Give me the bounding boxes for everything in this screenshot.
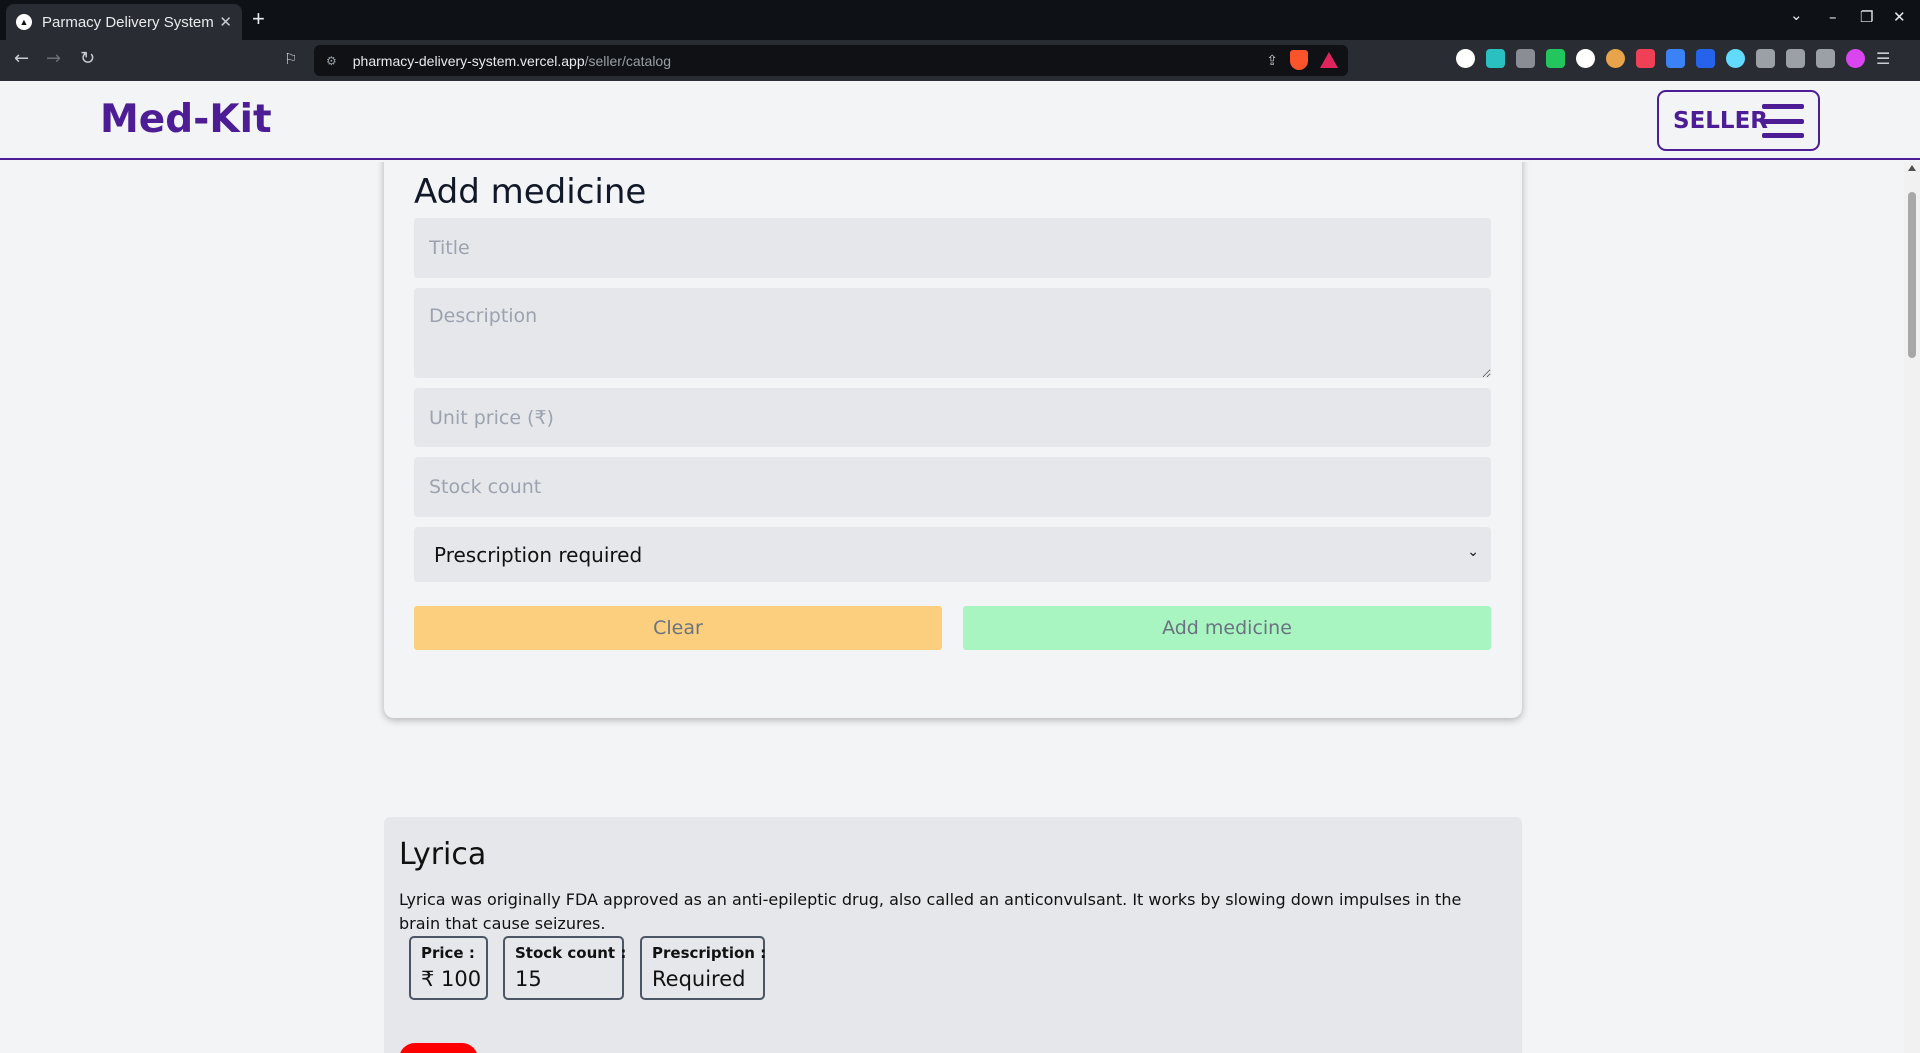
maximize-icon[interactable]: ❐ [1860,8,1873,26]
title-input[interactable] [414,218,1491,278]
stock-label: Stock count : [515,944,627,962]
medicine-card: Lyrica Lyrica was originally FDA approve… [384,817,1522,1053]
url-host: pharmacy-delivery-system.vercel.app [352,52,585,69]
medicine-title: Lyrica [399,837,487,872]
price-stat: Price : ₹ 100 [409,936,488,1000]
page-scrollbar[interactable] [1904,162,1920,1053]
address-bar[interactable]: ⚙ pharmacy-delivery-system.vercel.app/se… [314,45,1348,76]
back-icon[interactable]: ← [14,48,29,69]
browser-tab-bar: ▲ Parmacy Delivery System ✕ + ⌄ – ❐ ✕ [0,0,1920,40]
prescription-select[interactable]: Prescription required ⌄ [414,527,1491,582]
forward-icon[interactable]: → [46,48,61,69]
pen-icon[interactable] [1456,49,1475,68]
prescription-label: Prescription : [652,944,767,962]
price-label: Price : [421,944,475,962]
browser-menu-icon[interactable]: ☰ [1876,49,1890,68]
browser-tab[interactable]: ▲ Parmacy Delivery System ✕ [6,4,242,40]
seller-menu-button[interactable]: SELLER [1657,90,1820,151]
prescription-stat: Prescription : Required [640,936,767,1000]
site-favicon-icon: ▲ [16,14,32,30]
add-medicine-form: Add medicine Prescription required ⌄ Cle… [384,162,1522,718]
share-icon[interactable]: ⇪ [1266,52,1278,69]
react-icon[interactable] [1726,49,1745,68]
app-header: Med-Kit SELLER [0,81,1920,160]
sidebar-icon[interactable] [1786,49,1805,68]
stock-count-input[interactable] [414,457,1491,517]
url-path: /seller/catalog [584,52,672,69]
new-tab-button[interactable]: + [252,6,265,32]
bookmark-icon[interactable]: ⚐ [284,50,297,68]
prescription-selected-value: Prescription required [434,542,643,567]
browser-toolbar: ← → ↻ ⚐ ⚙ pharmacy-delivery-system.verce… [0,40,1920,81]
stock-value: 15 [515,967,542,991]
close-window-icon[interactable]: ✕ [1893,8,1906,26]
brave-rewards-icon[interactable] [1320,52,1338,68]
stock-stat: Stock count : 15 [503,936,627,1000]
tab-title: Parmacy Delivery System [42,13,214,31]
seller-label: SELLER [1673,107,1769,134]
reader-icon[interactable] [1516,49,1535,68]
clear-button[interactable]: Clear [414,606,942,650]
page-content: Add medicine Prescription required ⌄ Cle… [0,162,1920,1053]
scroll-up-icon[interactable] [1908,165,1916,171]
scrollbar-thumb[interactable] [1908,192,1916,358]
brave-shield-icon[interactable] [1290,50,1308,70]
description-input[interactable] [414,288,1491,378]
profile-icon[interactable] [1846,49,1865,68]
minimize-icon[interactable]: – [1829,8,1837,26]
site-settings-icon[interactable]: ⚙ [326,54,337,68]
delete-button[interactable]: Delete [399,1043,478,1053]
lock-icon[interactable] [1546,49,1565,68]
reload-icon[interactable]: ↻ [80,48,95,69]
form-heading: Add medicine [414,172,647,212]
extension-icons: ☰ [1456,49,1890,68]
zip-icon[interactable] [1696,49,1715,68]
app-logo[interactable]: Med-Kit [100,97,272,142]
tab-close-icon[interactable]: ✕ [219,13,232,31]
price-value: ₹ 100 [421,967,482,991]
pocket-icon[interactable] [1636,49,1655,68]
prescription-value: Required [652,967,746,991]
globe-icon[interactable] [1606,49,1625,68]
translate-icon[interactable] [1576,49,1595,68]
hamburger-icon [1762,104,1804,138]
tab-list-icon[interactable]: ⌄ [1790,6,1803,24]
wallet-icon[interactable] [1816,49,1835,68]
puzzle-icon[interactable] [1756,49,1775,68]
unit-price-input[interactable] [414,388,1491,447]
add-medicine-button[interactable]: Add medicine [963,606,1491,650]
chevron-down-icon: ⌄ [1467,544,1479,560]
medicine-description: Lyrica was originally FDA approved as an… [399,890,1462,933]
screen-icon[interactable] [1666,49,1685,68]
save-icon[interactable] [1486,49,1505,68]
